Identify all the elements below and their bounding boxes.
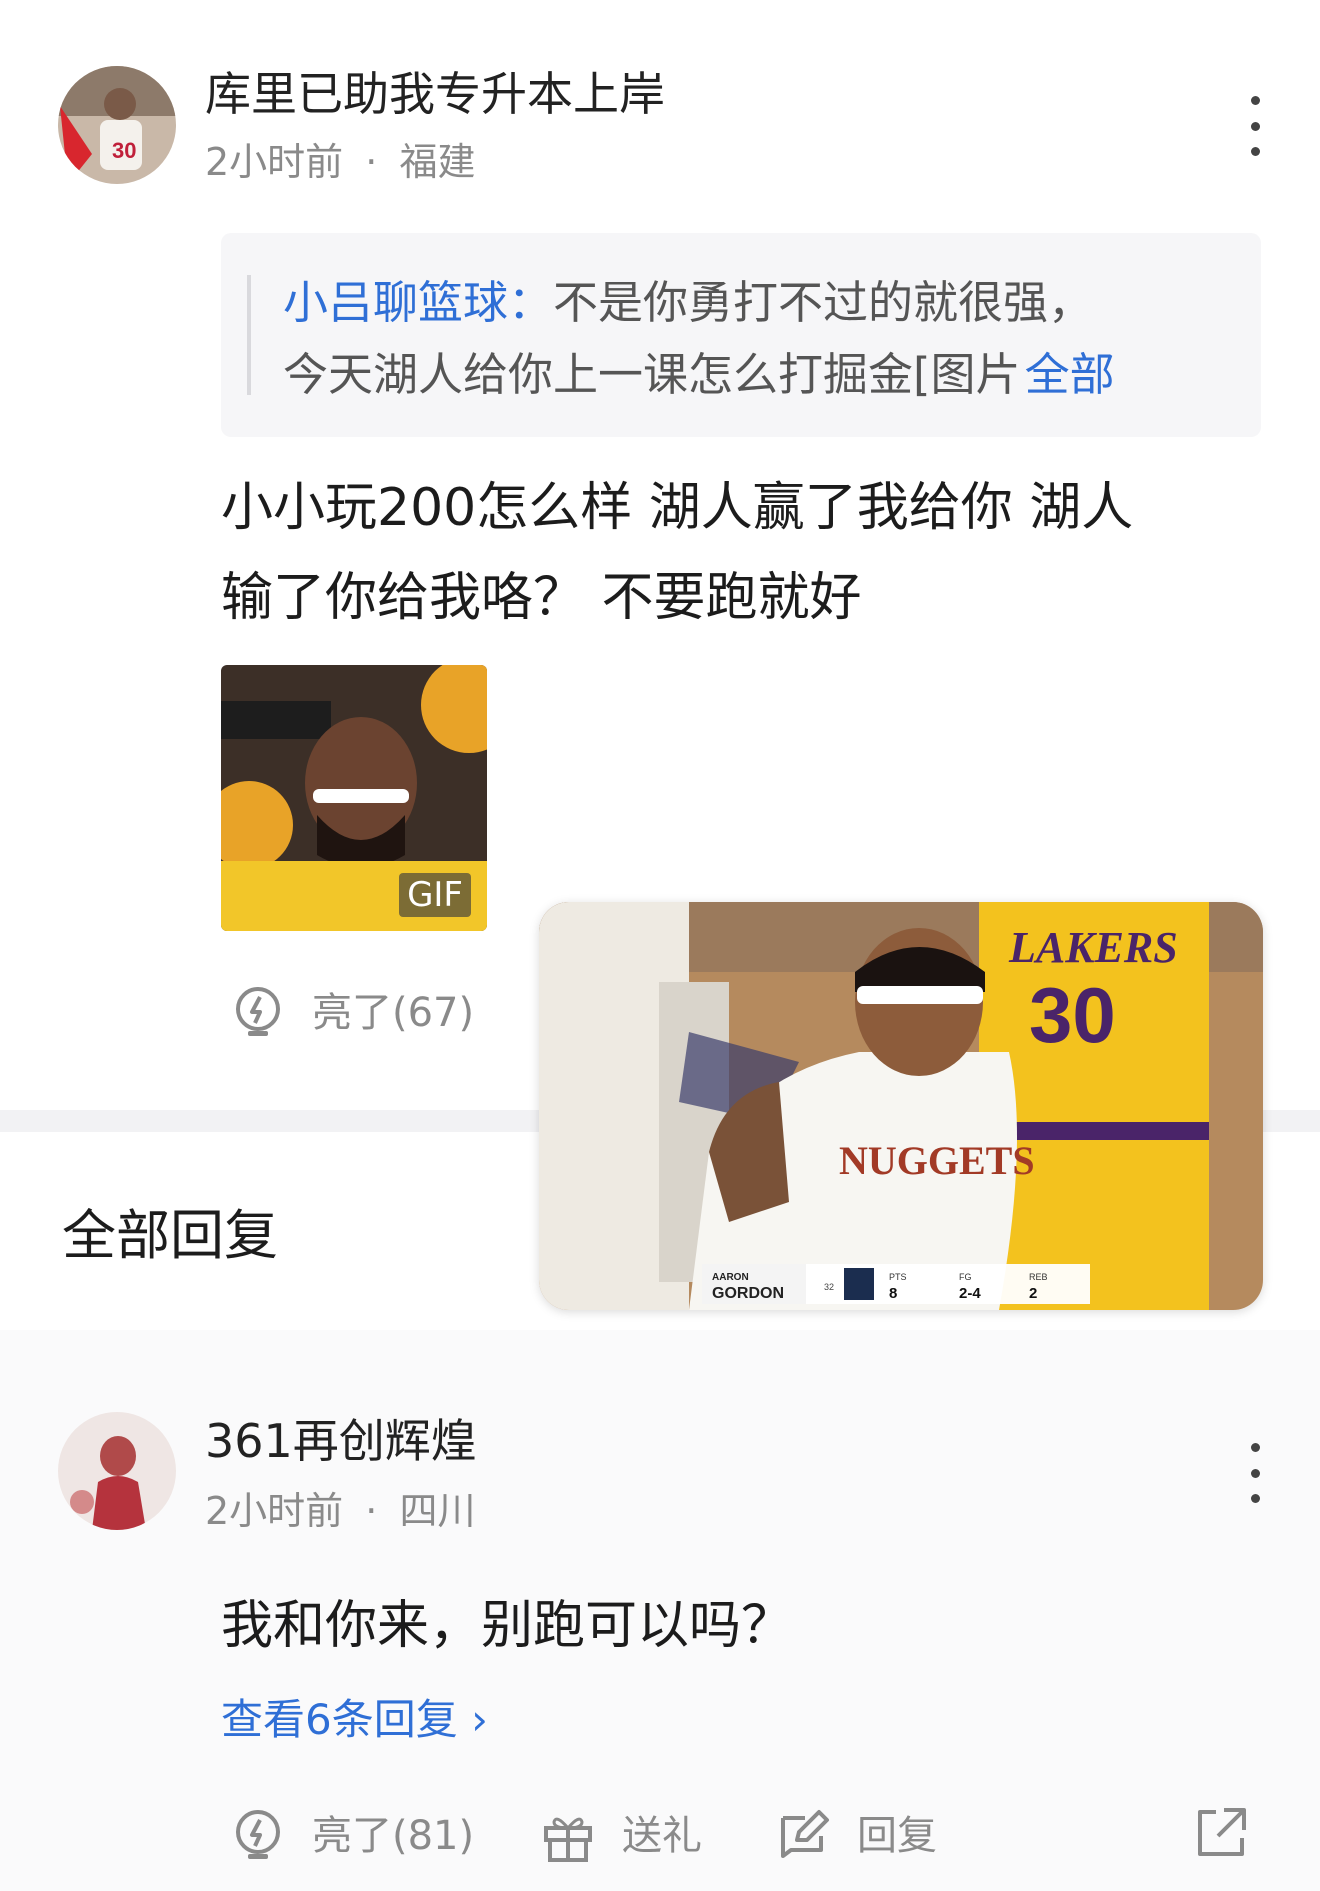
share-icon xyxy=(1198,1808,1246,1856)
svg-text:REB: REB xyxy=(1029,1272,1048,1282)
more-options-icon[interactable] xyxy=(1240,1443,1270,1503)
post-meta: 2小时前 · 福建 xyxy=(205,138,475,186)
avatar[interactable] xyxy=(58,1412,176,1530)
gif-image[interactable]: GIF xyxy=(221,665,487,931)
gift-button[interactable]: 送礼 xyxy=(540,1808,702,1864)
edit-icon xyxy=(781,1810,829,1858)
username[interactable]: 361再创辉煌 xyxy=(205,1413,477,1469)
svg-text:AARON: AARON xyxy=(712,1272,749,1283)
lightbulb-icon xyxy=(236,987,280,1036)
post-time: 2小时前 xyxy=(205,1489,344,1533)
svg-text:PTS: PTS xyxy=(889,1272,907,1282)
svg-text:32: 32 xyxy=(824,1282,834,1292)
section-title: 全部回复 xyxy=(62,1204,278,1267)
meta-separator: · xyxy=(365,1489,378,1533)
lightbulb-icon xyxy=(236,1810,280,1859)
reply-button[interactable]: 回复 xyxy=(775,1808,937,1864)
like-count: 亮了(81) xyxy=(312,1813,475,1859)
post-location: 四川 xyxy=(399,1489,476,1533)
username[interactable]: 库里已助我专升本上岸 xyxy=(205,66,665,122)
like-button[interactable]: 亮了(67) xyxy=(230,985,474,1041)
reply-label: 回复 xyxy=(857,1813,937,1859)
gift-icon xyxy=(544,1817,592,1862)
like-button[interactable]: 亮了(81) xyxy=(230,1808,474,1864)
jersey-team-text: LAKERS xyxy=(1008,923,1178,972)
view-replies-link[interactable]: 查看6条回复 › xyxy=(221,1694,488,1746)
jersey-number-text: 30 xyxy=(1029,971,1116,1059)
gift-label: 送礼 xyxy=(622,1813,702,1859)
comment-text-line-2: 输了你给我咯？ 不要跑就好 xyxy=(221,568,862,628)
quoted-comment[interactable]: 小吕聊篮球：不是你勇打不过的就很强， 今天湖人给你上一课怎么打掘金[图片全部 xyxy=(221,233,1261,437)
svg-text:2-4: 2-4 xyxy=(959,1285,981,1302)
quote-line-1: 小吕聊篮球：不是你勇打不过的就很强， xyxy=(283,275,1093,331)
gif-badge: GIF xyxy=(399,873,471,917)
post-meta: 2小时前 · 四川 xyxy=(205,1487,475,1535)
svg-text:2: 2 xyxy=(1029,1285,1037,1302)
quote-text-1: 不是你勇打不过的就很强， xyxy=(553,276,1094,329)
svg-text:8: 8 xyxy=(889,1285,897,1302)
expand-quote-link[interactable]: 全部 xyxy=(1025,348,1115,401)
svg-text:30: 30 xyxy=(112,138,136,163)
nuggets-text: NUGGETS xyxy=(839,1138,1035,1183)
quote-author[interactable]: 小吕聊篮球： xyxy=(283,276,553,329)
share-button[interactable] xyxy=(1192,1804,1248,1860)
quote-bar xyxy=(247,275,251,395)
quote-line-2: 今天湖人给你上一课怎么打掘金[图片全部 xyxy=(283,347,1115,403)
svg-text:FG: FG xyxy=(959,1272,972,1282)
more-options-icon[interactable] xyxy=(1240,96,1270,156)
floating-video-player[interactable]: LAKERS 30 NUGGETS AARON GORDON 32 PTS 8 … xyxy=(539,902,1263,1310)
svg-text:GORDON: GORDON xyxy=(712,1285,784,1302)
quote-text-2: 今天湖人给你上一课怎么打掘金[图片 xyxy=(283,348,1021,401)
post-location: 福建 xyxy=(399,140,476,184)
comment-text-line-1: 小小玩200怎么样 湖人赢了我给你 湖人 xyxy=(221,478,1134,538)
meta-separator: · xyxy=(365,140,378,184)
like-count: 亮了(67) xyxy=(312,990,475,1036)
avatar[interactable]: 30 xyxy=(58,66,176,184)
post-time: 2小时前 xyxy=(205,140,344,184)
comment-text: 我和你来，别跑可以吗？ xyxy=(221,1596,794,1656)
